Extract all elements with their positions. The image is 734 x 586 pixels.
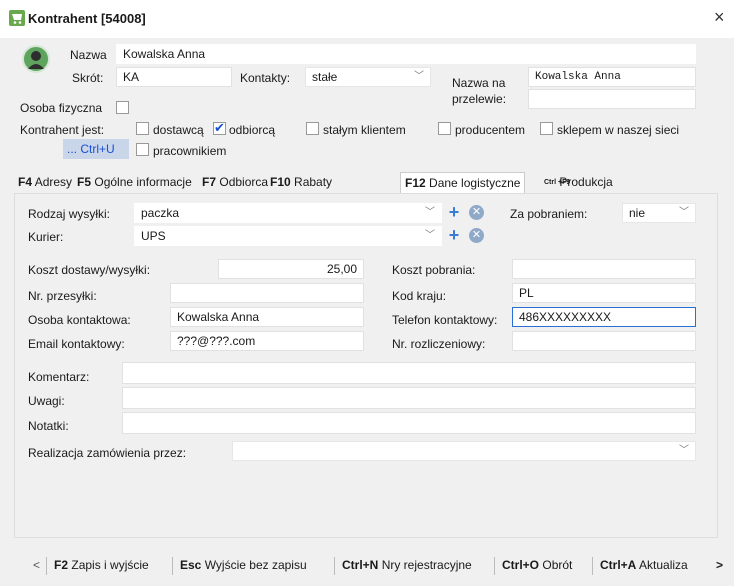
osoba-fizyczna-label: Osoba fizyczna: [20, 101, 103, 115]
realizacja-select[interactable]: ﹀: [232, 441, 696, 461]
telefon-label: Telefon kontaktowy:: [392, 313, 498, 327]
skrot-label: Skrót:: [72, 71, 104, 85]
skrot-field[interactable]: KA: [116, 67, 232, 87]
koszt-pobrania-label: Koszt pobrania:: [392, 263, 476, 277]
stalym-label[interactable]: stałym klientem: [323, 123, 406, 137]
realizacja-label: Realizacja zamówienia przez:: [28, 446, 187, 460]
koszt-dostawy-label: Koszt dostawy/wysyłki:: [28, 263, 151, 277]
uwagi-label: Uwagi:: [28, 394, 65, 408]
producentem-label[interactable]: producentem: [455, 123, 525, 137]
osoba-fizyczna-checkbox[interactable]: [116, 101, 129, 114]
add-kurier-button[interactable]: +: [445, 226, 463, 245]
koszt-dostawy-field[interactable]: 25,00: [218, 259, 364, 279]
rodzaj-label: Rodzaj wysyłki:: [28, 207, 111, 221]
nr-rozl-label: Nr. rozliczeniowy:: [392, 337, 486, 351]
tab-odbiorca[interactable]: F7 Odbiorca: [198, 172, 272, 194]
nr-przesylki-field[interactable]: [170, 283, 364, 303]
divider: [494, 557, 495, 575]
notatki-field[interactable]: [122, 412, 696, 434]
kontakty-select[interactable]: stałe ﹀: [305, 67, 431, 87]
odbiorca-checkbox[interactable]: [213, 120, 226, 136]
rodzaj-value: paczka: [141, 206, 180, 220]
kontrahent-jest-label: Kontrahent jest:: [20, 123, 105, 137]
update-button[interactable]: Ctrl+A Aktualiza: [600, 558, 708, 572]
chevron-down-icon: ﹀: [679, 207, 689, 218]
nazwa-label: Nazwa: [70, 48, 107, 62]
komentarz-label: Komentarz:: [28, 370, 90, 384]
tab-adresy[interactable]: F4 Adresy: [14, 172, 76, 194]
avatar: [22, 45, 50, 73]
kod-kraju-field[interactable]: PL: [512, 283, 696, 303]
window-title: Kontrahent [54008]: [28, 11, 146, 26]
tab-ogolne[interactable]: F5 Ogólne informacje: [73, 172, 196, 194]
pracownikiem-checkbox[interactable]: [136, 143, 149, 156]
scroll-left-icon[interactable]: <: [33, 558, 40, 572]
tab-rabaty[interactable]: F10 Rabaty: [266, 172, 336, 194]
ctrl-u-button[interactable]: ... Ctrl+U: [63, 139, 129, 159]
dostawca-label[interactable]: dostawcą: [153, 123, 204, 137]
kontakty-label: Kontakty:: [240, 71, 291, 85]
close-icon[interactable]: ×: [714, 7, 725, 28]
pobranie-value: nie: [629, 206, 646, 220]
przelew-label-2: przelewie:: [452, 92, 507, 106]
przelew-field[interactable]: Kowalska Anna: [528, 67, 696, 87]
tab-produkcja[interactable]: Ctrl +F9 Produkcja: [540, 172, 617, 194]
chevron-down-icon: ﹀: [414, 71, 424, 82]
stalym-checkbox[interactable]: [306, 122, 319, 135]
producentem-checkbox[interactable]: [438, 122, 451, 135]
koszt-pobrania-field[interactable]: [512, 259, 696, 279]
kontakty-value: stałe: [312, 70, 338, 84]
notatki-label: Notatki:: [28, 419, 69, 433]
nr-rozl-field[interactable]: [512, 331, 696, 351]
rodzaj-select[interactable]: paczka ﹀: [134, 203, 442, 223]
divider: [172, 557, 173, 575]
chevron-down-icon: ﹀: [425, 230, 435, 241]
pobranie-select[interactable]: nie ﹀: [622, 203, 696, 223]
kurier-value: UPS: [141, 229, 166, 243]
app-icon: [9, 10, 25, 26]
tab-dane-logistyczne[interactable]: F12 Dane logistyczne: [400, 172, 526, 194]
title-bar: Kontrahent [54008] ×: [0, 0, 734, 38]
kod-kraju-label: Kod kraju:: [392, 289, 447, 303]
komentarz-field[interactable]: [122, 362, 696, 384]
exit-no-save-button[interactable]: Esc Wyjście bez zapisu: [180, 558, 307, 572]
divider: [46, 557, 47, 575]
sklepem-label[interactable]: sklepem w naszej sieci: [557, 123, 679, 137]
osoba-field[interactable]: Kowalska Anna: [170, 307, 364, 327]
pobranie-label: Za pobraniem:: [510, 207, 588, 221]
scroll-right-icon[interactable]: >: [716, 558, 723, 572]
nr-przesylki-label: Nr. przesyłki:: [28, 289, 97, 303]
kurier-select[interactable]: UPS ﹀: [134, 226, 442, 246]
email-field[interactable]: ???@???.com: [170, 331, 364, 351]
odbiorca-label[interactable]: odbiorcą: [229, 123, 275, 137]
divider: [334, 557, 335, 575]
divider: [592, 557, 593, 575]
nazwa-field[interactable]: Kowalska Anna: [116, 44, 696, 64]
osoba-label: Osoba kontaktowa:: [28, 313, 131, 327]
reg-numbers-button[interactable]: Ctrl+N Nry rejestracyjne: [342, 558, 472, 572]
header-panel: Nazwa Kowalska Anna Skrót: KA Kontakty: …: [0, 38, 734, 168]
chevron-down-icon: ﹀: [679, 445, 689, 456]
save-exit-button[interactable]: F2 Zapis i wyjście: [54, 558, 149, 572]
obrot-button[interactable]: Ctrl+O Obrót: [502, 558, 572, 572]
email-label: Email kontaktowy:: [28, 337, 125, 351]
przelew-field-2[interactable]: [528, 89, 696, 109]
pracownikiem-label[interactable]: pracownikiem: [153, 144, 226, 158]
chevron-down-icon: ﹀: [425, 207, 435, 218]
uwagi-field[interactable]: [122, 387, 696, 409]
dostawca-checkbox[interactable]: [136, 122, 149, 135]
telefon-field[interactable]: 486XXXXXXXXX: [512, 307, 696, 327]
przelew-label-1: Nazwa na: [452, 76, 506, 90]
sklepem-checkbox[interactable]: [540, 122, 553, 135]
clear-rodzaj-icon[interactable]: ✕: [469, 205, 484, 220]
clear-kurier-icon[interactable]: ✕: [469, 228, 484, 243]
add-rodzaj-button[interactable]: +: [445, 203, 463, 222]
kurier-label: Kurier:: [28, 230, 64, 244]
